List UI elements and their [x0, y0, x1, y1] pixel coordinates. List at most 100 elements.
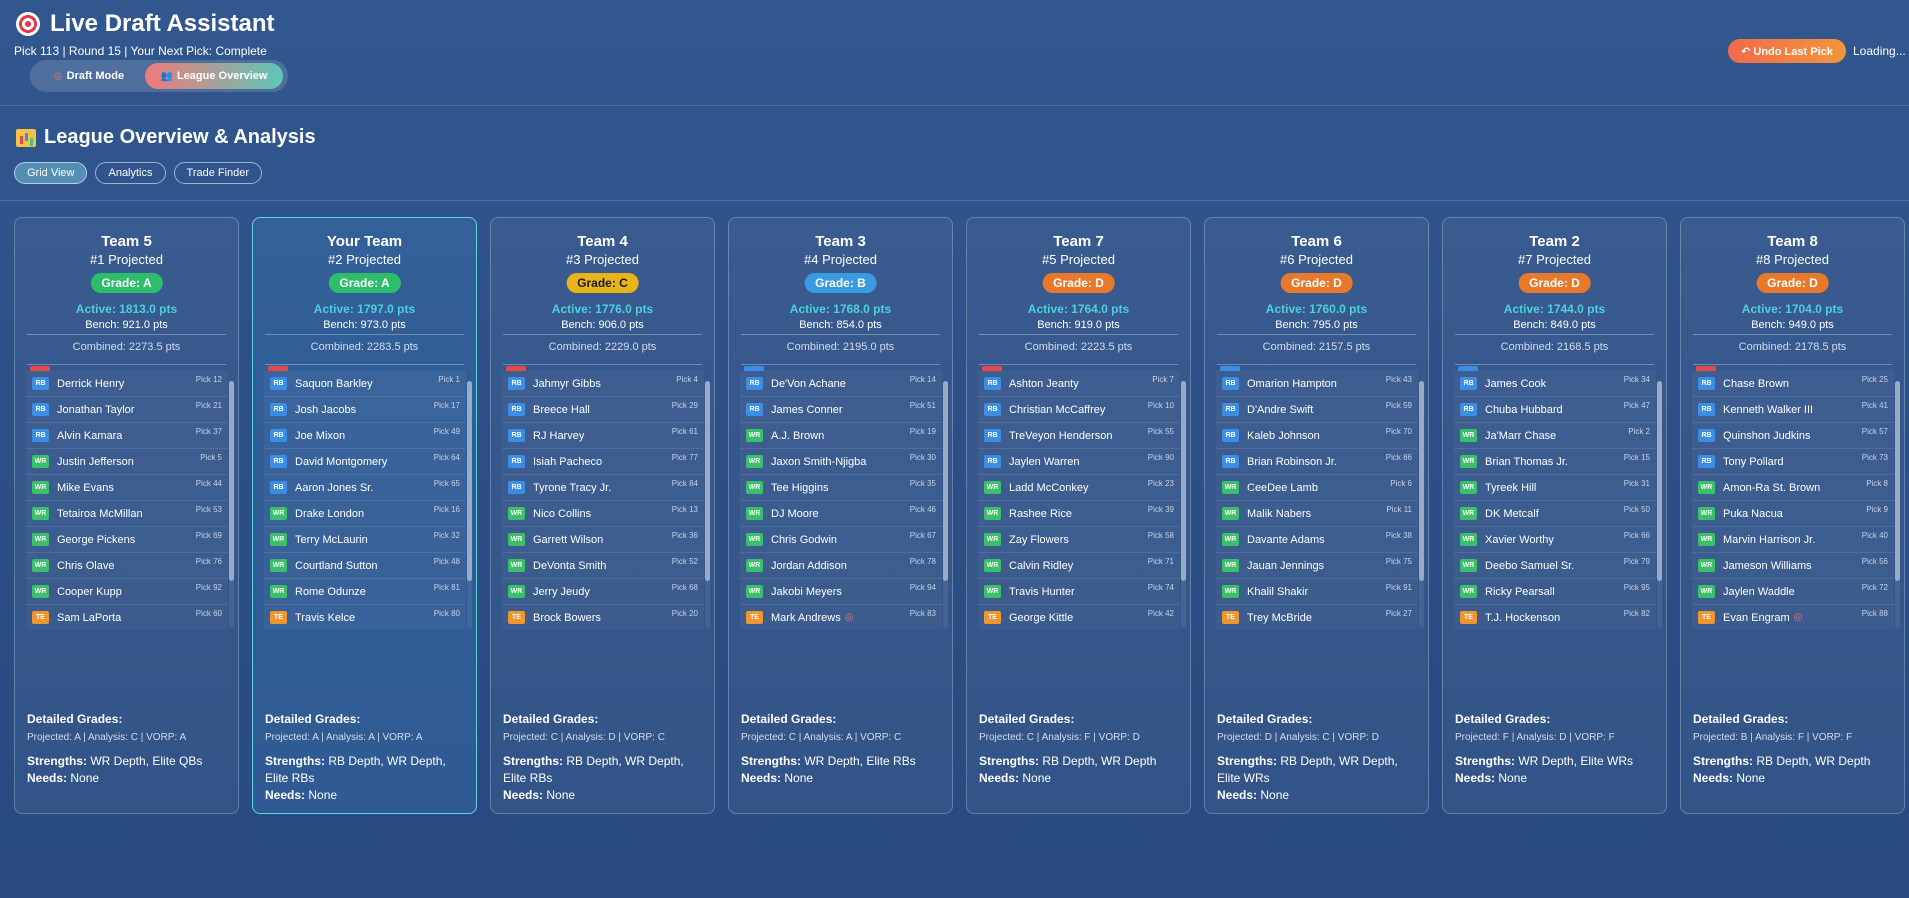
- roster-slot[interactable]: RB Omarion Hampton Pick 43: [1216, 371, 1418, 397]
- roster-slot[interactable]: TE George Kittle Pick 42: [978, 605, 1180, 629]
- roster-slot[interactable]: WR Brian Thomas Jr. Pick 15: [1454, 449, 1656, 475]
- roster-slot[interactable]: RB James Cook Pick 34: [1454, 371, 1656, 397]
- roster-slot[interactable]: WR Rashee Rice Pick 39: [978, 501, 1180, 527]
- roster-slot[interactable]: WR Tee Higgins Pick 35: [740, 475, 942, 501]
- roster-slot[interactable]: WR Jerry Jeudy Pick 68: [502, 579, 704, 605]
- roster-slot[interactable]: WR Terry McLaurin Pick 32: [264, 527, 466, 553]
- scrollbar-thumb[interactable]: [229, 381, 234, 581]
- roster-slot[interactable]: RB Tyrone Tracy Jr. Pick 84: [502, 475, 704, 501]
- roster-slot[interactable]: WR Zay Flowers Pick 58: [978, 527, 1180, 553]
- roster-slot[interactable]: WR Khalil Shakir Pick 91: [1216, 579, 1418, 605]
- roster-slot[interactable]: WR Deebo Samuel Sr. Pick 79: [1454, 553, 1656, 579]
- roster-slot[interactable]: WR Tetairoa McMillan Pick 53: [26, 501, 228, 527]
- roster-slot[interactable]: RB Chuba Hubbard Pick 47: [1454, 397, 1656, 423]
- roster-slot[interactable]: RB Christian McCaffrey Pick 10: [978, 397, 1180, 423]
- roster-slot[interactable]: RB Kenneth Walker III Pick 41: [1692, 397, 1894, 423]
- roster-slot[interactable]: RB De'Von Achane Pick 14: [740, 371, 942, 397]
- roster-slot[interactable]: RB Ashton Jeanty Pick 7: [978, 371, 1180, 397]
- roster-slot[interactable]: RB Alvin Kamara Pick 37: [26, 423, 228, 449]
- roster-slot[interactable]: RB Aaron Jones Sr. Pick 65: [264, 475, 466, 501]
- roster-slot[interactable]: TE Sam LaPorta Pick 60: [26, 605, 228, 629]
- roster-slot[interactable]: WR Ja'Marr Chase Pick 2: [1454, 423, 1656, 449]
- roster-slot[interactable]: WR DeVonta Smith Pick 52: [502, 553, 704, 579]
- roster-scrollbar[interactable]: [229, 381, 234, 628]
- roster-slot[interactable]: RB Jaylen Warren Pick 90: [978, 449, 1180, 475]
- roster-list[interactable]: RB Jahmyr Gibbs Pick 4 RB Breece Hall Pick 29…: [502, 366, 714, 629]
- draft-mode-button[interactable]: ◎ Draft Mode: [33, 63, 145, 89]
- undo-last-pick-button[interactable]: ↶ Undo Last Pick: [1728, 39, 1846, 63]
- roster-slot[interactable]: WR Mike Evans Pick 44: [26, 475, 228, 501]
- roster-slot[interactable]: RB Saquon Barkley Pick 1: [264, 371, 466, 397]
- roster-slot[interactable]: RB Kaleb Johnson Pick 70: [1216, 423, 1418, 449]
- roster-slot[interactable]: RB David Montgomery Pick 64: [264, 449, 466, 475]
- tab-grid-view[interactable]: Grid View: [14, 162, 88, 184]
- roster-slot[interactable]: WR Justin Jefferson Pick 5: [26, 449, 228, 475]
- roster-list[interactable]: RB Ashton Jeanty Pick 7 RB Christian McCaffr…: [978, 366, 1190, 629]
- scrollbar-thumb[interactable]: [467, 381, 472, 581]
- roster-list[interactable]: RB Omarion Hampton Pick 43 RB D'Andre Swift P…: [1216, 366, 1428, 629]
- roster-slot[interactable]: WR Cooper Kupp Pick 92: [26, 579, 228, 605]
- scrollbar-thumb[interactable]: [1419, 381, 1424, 581]
- roster-slot[interactable]: RB RJ Harvey Pick 61: [502, 423, 704, 449]
- scrollbar-thumb[interactable]: [1657, 381, 1662, 581]
- roster-scrollbar[interactable]: [467, 381, 472, 628]
- roster-slot[interactable]: RB Breece Hall Pick 29: [502, 397, 704, 423]
- roster-scrollbar[interactable]: [1419, 381, 1424, 628]
- scrollbar-thumb[interactable]: [943, 381, 948, 581]
- roster-slot[interactable]: WR Ricky Pearsall Pick 95: [1454, 579, 1656, 605]
- roster-slot[interactable]: WR Jauan Jennings Pick 75: [1216, 553, 1418, 579]
- roster-list[interactable]: RB Chase Brown Pick 25 RB Kenneth Walker III…: [1692, 366, 1904, 629]
- roster-slot[interactable]: TE Brock Bowers Pick 20: [502, 605, 704, 629]
- roster-list[interactable]: RB Derrick Henry Pick 12 RB Jonathan Taylor P…: [26, 366, 238, 629]
- roster-slot[interactable]: RB Quinshon Judkins Pick 57: [1692, 423, 1894, 449]
- roster-slot[interactable]: RB Chase Brown Pick 25: [1692, 371, 1894, 397]
- roster-scrollbar[interactable]: [1895, 381, 1900, 628]
- scrollbar-thumb[interactable]: [1181, 381, 1186, 581]
- league-overview-button[interactable]: 👥 League Overview: [145, 63, 283, 89]
- roster-slot[interactable]: WR Jakobi Meyers Pick 94: [740, 579, 942, 605]
- roster-slot[interactable]: WR DK Metcalf Pick 50: [1454, 501, 1656, 527]
- roster-scrollbar[interactable]: [1181, 381, 1186, 628]
- roster-slot[interactable]: WR George Pickens Pick 69: [26, 527, 228, 553]
- tab-analytics[interactable]: Analytics: [95, 162, 166, 184]
- roster-list[interactable]: RB James Cook Pick 34 RB Chuba Hubbard Pick 4…: [1454, 366, 1666, 629]
- tab-trade-finder[interactable]: Trade Finder: [173, 162, 263, 184]
- roster-slot[interactable]: RB Josh Jacobs Pick 17: [264, 397, 466, 423]
- roster-slot[interactable]: RB TreVeyon Henderson Pick 55: [978, 423, 1180, 449]
- roster-slot[interactable]: WR Rome Odunze Pick 81: [264, 579, 466, 605]
- roster-scrollbar[interactable]: [1657, 381, 1662, 628]
- roster-slot[interactable]: TE T.J. Hockenson Pick 82: [1454, 605, 1656, 629]
- roster-slot[interactable]: WR DJ Moore Pick 46: [740, 501, 942, 527]
- roster-slot[interactable]: WR A.J. Brown Pick 19: [740, 423, 942, 449]
- roster-slot[interactable]: RB Jonathan Taylor Pick 21: [26, 397, 228, 423]
- roster-slot[interactable]: RB James Conner Pick 51: [740, 397, 942, 423]
- roster-slot[interactable]: TE Mark Andrews ◎ Pick 83: [740, 605, 942, 629]
- roster-slot[interactable]: WR Tyreek Hill Pick 31: [1454, 475, 1656, 501]
- roster-slot[interactable]: RB D'Andre Swift Pick 59: [1216, 397, 1418, 423]
- roster-slot[interactable]: TE Evan Engram ◎ Pick 88: [1692, 605, 1894, 629]
- roster-slot[interactable]: WR Jaxon Smith-Njigba Pick 30: [740, 449, 942, 475]
- roster-list[interactable]: RB Saquon Barkley Pick 1 RB Josh Jacobs Pick …: [264, 366, 476, 629]
- roster-slot[interactable]: WR Courtland Sutton Pick 48: [264, 553, 466, 579]
- roster-slot[interactable]: WR Puka Nacua Pick 9: [1692, 501, 1894, 527]
- roster-slot[interactable]: RB Joe Mixon Pick 49: [264, 423, 466, 449]
- roster-slot[interactable]: WR Jameson Williams Pick 56: [1692, 553, 1894, 579]
- roster-slot[interactable]: RB Brian Robinson Jr. Pick 86: [1216, 449, 1418, 475]
- roster-slot[interactable]: WR Travis Hunter Pick 74: [978, 579, 1180, 605]
- roster-list[interactable]: RB De'Von Achane Pick 14 RB James Conner Pick…: [740, 366, 952, 629]
- roster-slot[interactable]: WR Malik Nabers Pick 11: [1216, 501, 1418, 527]
- roster-scrollbar[interactable]: [943, 381, 948, 628]
- roster-slot[interactable]: WR Jaylen Waddle Pick 72: [1692, 579, 1894, 605]
- roster-slot[interactable]: WR Ladd McConkey Pick 23: [978, 475, 1180, 501]
- roster-slot[interactable]: WR CeeDee Lamb Pick 6: [1216, 475, 1418, 501]
- roster-slot[interactable]: WR Calvin Ridley Pick 71: [978, 553, 1180, 579]
- roster-slot[interactable]: WR Davante Adams Pick 38: [1216, 527, 1418, 553]
- roster-slot[interactable]: RB Isiah Pacheco Pick 77: [502, 449, 704, 475]
- roster-slot[interactable]: WR Jordan Addison Pick 78: [740, 553, 942, 579]
- roster-slot[interactable]: WR Drake London Pick 16: [264, 501, 466, 527]
- roster-slot[interactable]: WR Garrett Wilson Pick 36: [502, 527, 704, 553]
- roster-slot[interactable]: WR Chris Godwin Pick 67: [740, 527, 942, 553]
- roster-slot[interactable]: RB Tony Pollard Pick 73: [1692, 449, 1894, 475]
- roster-slot[interactable]: WR Chris Olave Pick 76: [26, 553, 228, 579]
- roster-slot[interactable]: WR Nico Collins Pick 13: [502, 501, 704, 527]
